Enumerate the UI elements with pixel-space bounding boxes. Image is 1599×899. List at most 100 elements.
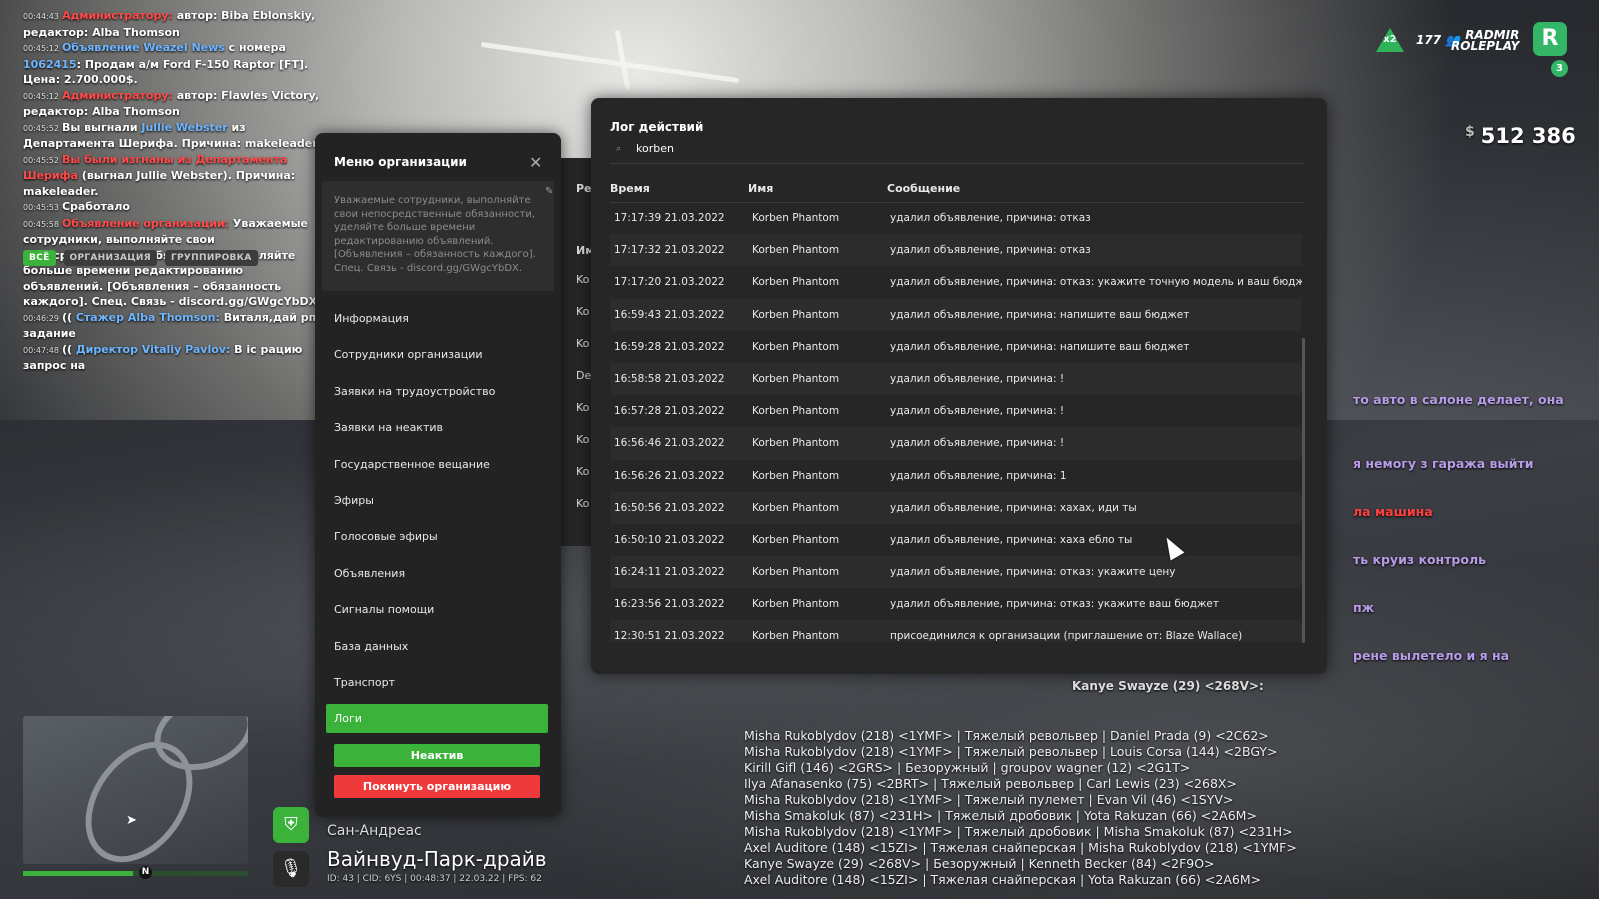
column-message: Сообщение bbox=[887, 182, 961, 195]
chat-text: Объявление Weazel News bbox=[61, 41, 225, 54]
chat-text: (( bbox=[61, 310, 76, 324]
log-time: 16:56:46 21.03.2022 bbox=[614, 437, 725, 450]
log-message: удалил объявление, причина: отказ bbox=[890, 244, 1091, 257]
log-time: 16:57:28 21.03.2022 bbox=[614, 405, 725, 418]
back-panel-row: Ko bbox=[576, 273, 590, 286]
log-table-header: Время Имя Сообщение bbox=[610, 180, 1305, 203]
killfeed: Misha Rukoblydov (218) <1YMF> | Тяжелый … bbox=[744, 728, 1297, 888]
log-name: Korben Phantom bbox=[752, 244, 840, 257]
chat-line: 00:47:48(( Директор Vitaliy Pavlov: В ic… bbox=[23, 342, 323, 374]
overlay-chat-line: я немогу з гаража выйти bbox=[1353, 456, 1534, 471]
menu-item-voice-broadcasts[interactable]: Голосовые эфиры bbox=[326, 519, 548, 555]
log-search-input[interactable] bbox=[634, 141, 1238, 156]
menu-item-info[interactable]: Информация bbox=[326, 301, 548, 337]
server-badge: 3 bbox=[1551, 60, 1568, 77]
brand-line-2: ROLEPLAY bbox=[1451, 39, 1520, 53]
menu-item-broadcasts[interactable]: Эфиры bbox=[326, 483, 548, 519]
log-row: 16:23:56 21.03.2022 Korben Phantom удалил … bbox=[610, 588, 1302, 620]
log-name: Korben Phantom bbox=[752, 437, 840, 450]
location-meta: ID: 43 | CID: 6YS | 00:48:37 | 22.03.22 … bbox=[327, 874, 542, 884]
overlay-chat-line: ть круиз контроль bbox=[1353, 552, 1487, 567]
log-name: Korben Phantom bbox=[752, 308, 840, 321]
chat-line: 00:45:53 Сработало bbox=[23, 199, 323, 216]
log-message: удалил объявление, причина: ! bbox=[890, 437, 1065, 450]
radmir-logo-icon: R bbox=[1533, 22, 1567, 56]
action-log-panel: Лог действий ⌕ Время Имя Сообщение 17:17… bbox=[591, 98, 1327, 674]
log-message: удалил объявление, причина: отказ: укажи… bbox=[890, 566, 1176, 579]
log-time: 17:17:20 21.03.2022 bbox=[614, 276, 725, 289]
shield-icon[interactable]: ⛨ bbox=[273, 807, 309, 843]
chat-text: Стажер Alba Thomson: bbox=[75, 310, 224, 324]
chat-log: 00:44:43 Администратору: автор: Biba Eblo… bbox=[23, 8, 323, 374]
chat-text: Объявление организации: bbox=[61, 216, 233, 230]
log-row: 16:24:11 21.03.2022 Korben Phantom удалил … bbox=[610, 556, 1302, 589]
log-time: 17:17:32 21.03.2022 bbox=[614, 244, 725, 257]
health-bar-fill bbox=[23, 871, 133, 876]
chat-timestamp: 00:45:58 bbox=[23, 219, 59, 229]
org-menu-title: Меню организации bbox=[334, 155, 467, 169]
log-time: 16:24:11 21.03.2022 bbox=[614, 566, 725, 579]
chat-tabs: ВСЁ ОРГАНИЗАЦИЯ ГРУППИРОВКА bbox=[23, 250, 258, 266]
chat-tab-organization[interactable]: ОРГАНИЗАЦИЯ bbox=[63, 250, 157, 266]
menu-item-ads[interactable]: Объявления bbox=[326, 556, 548, 592]
money-display: $512 386 bbox=[1465, 124, 1576, 148]
log-message: удалил объявление, причина: напишите ваш… bbox=[890, 340, 1190, 353]
log-scrollbar[interactable] bbox=[1302, 338, 1305, 643]
overlay-chat-line: то авто в салоне делает, она bbox=[1353, 392, 1564, 407]
log-row: 16:57:28 21.03.2022 Korben Phantom удалил … bbox=[610, 395, 1302, 427]
chat-line: 00:45:52 Вы были изгнаны из Департамента … bbox=[23, 152, 323, 200]
location-street: Вайнвуд-Парк-драйв bbox=[327, 847, 547, 871]
chat-tab-group[interactable]: ГРУППИРОВКА bbox=[165, 250, 258, 266]
log-table-body[interactable]: 17:17:39 21.03.2022 Korben Phantom удалил … bbox=[610, 202, 1302, 642]
log-search: ⌕ bbox=[610, 138, 1305, 164]
back-panel-header: Ре bbox=[576, 182, 592, 195]
money-value: 512 386 bbox=[1480, 124, 1576, 148]
log-name: Korben Phantom bbox=[752, 212, 840, 224]
log-name: Korben Phantom bbox=[752, 533, 840, 546]
log-time: 16:59:43 21.03.2022 bbox=[614, 308, 725, 321]
log-time: 17:17:39 21.03.2022 bbox=[614, 212, 725, 224]
org-notice-text: Уважаемые сотрудники, выполняйте свои не… bbox=[334, 195, 536, 274]
killfeed-entry: Misha Rukoblydov (218) <1YMF> | Тяжелый … bbox=[744, 824, 1293, 839]
x2-bonus-icon: x2 bbox=[1376, 28, 1404, 52]
menu-item-employees[interactable]: Сотрудники организации bbox=[326, 337, 548, 373]
search-icon: ⌕ bbox=[616, 144, 622, 154]
back-panel-row: De bbox=[576, 369, 592, 382]
menu-item-job-applications[interactable]: Заявки на трудоустройство bbox=[326, 374, 548, 410]
log-message: удалил объявление, причина: отказ: укажи… bbox=[890, 276, 1302, 289]
inactive-button[interactable]: Неактив bbox=[334, 744, 540, 767]
killfeed-entry: Axel Auditore (148) <15ZI> | Тяжелая сна… bbox=[744, 872, 1262, 887]
log-row: 16:59:28 21.03.2022 Korben Phantom удалил … bbox=[610, 331, 1302, 363]
online-count-value: 177 bbox=[1416, 33, 1442, 47]
killfeed-entry: Kanye Swayze (29) <268V> | Безоружный | … bbox=[744, 856, 1215, 871]
log-name: Korben Phantom bbox=[752, 598, 840, 611]
log-name: Korben Phantom bbox=[752, 469, 840, 482]
chat-text: Администратору: bbox=[61, 9, 177, 22]
menu-item-inactive-requests[interactable]: Заявки на неактив bbox=[326, 410, 548, 446]
hud-icons: x2 177 👥 bbox=[1376, 28, 1460, 52]
log-name: Korben Phantom bbox=[752, 372, 840, 385]
menu-item-help-signals[interactable]: Сигналы помощи bbox=[326, 592, 548, 628]
log-row: 17:17:39 21.03.2022 Korben Phantom удалил … bbox=[610, 202, 1302, 234]
log-time: 16:59:28 21.03.2022 bbox=[614, 340, 725, 353]
compass-north: N bbox=[139, 866, 152, 879]
player-marker-icon: ➤ bbox=[126, 813, 137, 828]
menu-item-database[interactable]: База данных bbox=[326, 629, 548, 665]
chat-tab-all[interactable]: ВСЁ bbox=[23, 250, 56, 266]
menu-item-logs[interactable]: Логи bbox=[326, 704, 548, 734]
leave-organization-button[interactable]: Покинуть организацию bbox=[334, 775, 540, 798]
microphone-icon[interactable]: 🎙 bbox=[273, 851, 309, 887]
log-row: 12:30:51 21.03.2022 Korben Phantom присоед… bbox=[610, 620, 1302, 642]
back-panel-row: Ko bbox=[576, 305, 590, 318]
health-bar bbox=[23, 871, 248, 876]
log-message: удалил объявление, причина: 1 bbox=[890, 469, 1067, 482]
log-message: удалил объявление, причина: напишите ваш… bbox=[890, 308, 1190, 321]
chat-timestamp: 00:45:12 bbox=[23, 44, 59, 53]
edit-icon[interactable]: ✎ bbox=[545, 186, 553, 197]
menu-item-transport[interactable]: Транспорт bbox=[326, 665, 548, 701]
chat-text: (( bbox=[61, 342, 76, 356]
chat-text: с номера bbox=[224, 41, 286, 54]
menu-item-state-broadcast[interactable]: Государственное вещание bbox=[326, 447, 548, 483]
close-icon[interactable]: ✕ bbox=[529, 153, 542, 172]
chat-line: 00:45:12 Администратору: автор: Flawles V… bbox=[23, 88, 323, 120]
